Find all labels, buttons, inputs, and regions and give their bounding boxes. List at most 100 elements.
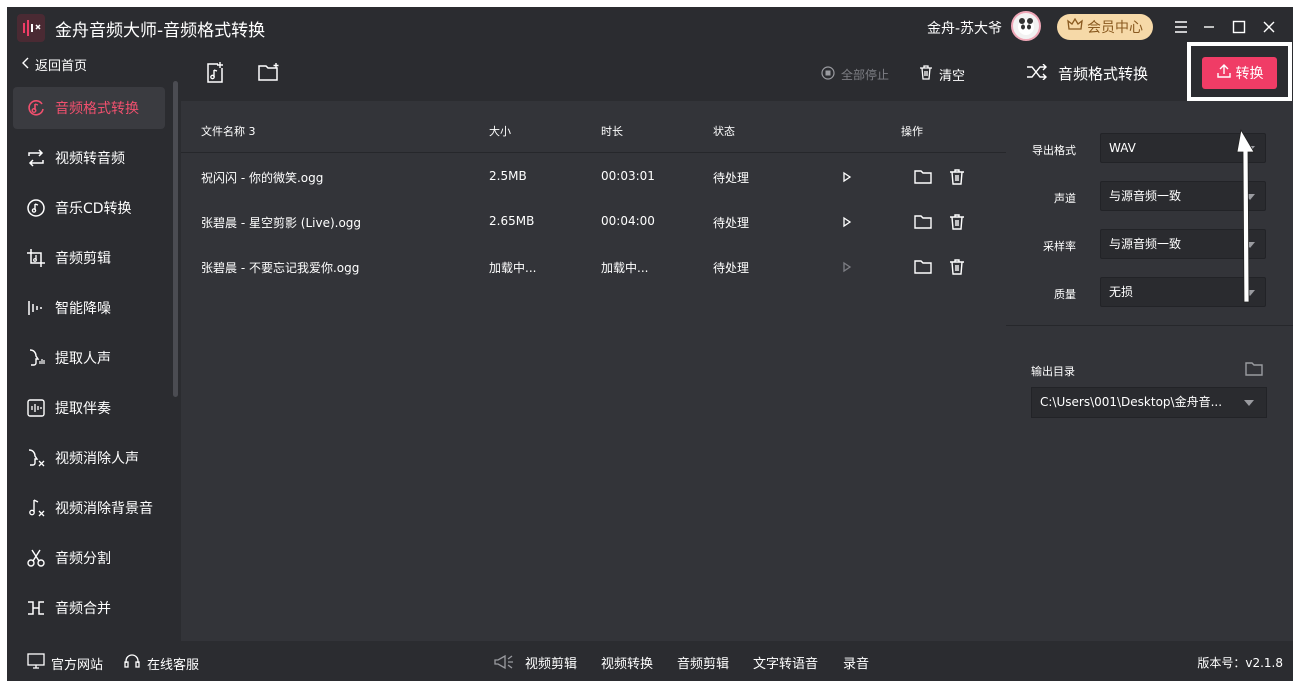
field-label-quality: 质量 xyxy=(1054,288,1076,301)
chevron-down-icon xyxy=(1244,400,1254,406)
file-size: 2.65MB xyxy=(489,214,535,228)
play-icon[interactable] xyxy=(837,167,857,187)
convert-button[interactable]: 转换 xyxy=(1202,57,1277,89)
sidebar-scrollbar[interactable] xyxy=(173,81,178,397)
upload-icon xyxy=(1216,63,1232,83)
file-name: 张碧晨 - 星空剪影 (Live).ogg xyxy=(201,216,362,230)
sidebar-item-label: 音频格式转换 xyxy=(55,101,139,117)
username[interactable]: 金舟-苏大爷 xyxy=(927,18,1002,38)
monitor-icon xyxy=(27,653,45,673)
shuffle-icon xyxy=(1026,63,1048,84)
play-icon[interactable] xyxy=(837,212,857,232)
file-duration: 00:03:01 xyxy=(601,169,655,183)
play-icon[interactable] xyxy=(837,257,857,277)
app-window: 金舟音频大师-音频格式转换 金舟-苏大爷 会员中心 返回首页 音频格式转换 视频… xyxy=(7,7,1293,681)
remove-voice-icon xyxy=(25,447,47,469)
sidebar-item-video-remove-bgm[interactable]: 视频消除背景音 xyxy=(13,487,165,529)
column-header-name[interactable]: 文件名称 3 xyxy=(201,123,256,139)
footer-link-record[interactable]: 录音 xyxy=(843,653,869,672)
table-row[interactable]: 张碧晨 - 不要忘记我爱你.ogg 加载中... 加载中... 待处理 xyxy=(181,244,1006,289)
sidebar-item-label: 视频消除人声 xyxy=(55,451,139,467)
sidebar-item-audio-cut[interactable]: 音频剪辑 xyxy=(13,237,165,279)
column-header-duration[interactable]: 时长 xyxy=(601,123,623,139)
sidebar-item-label: 视频消除背景音 xyxy=(55,501,153,517)
file-size: 2.5MB xyxy=(489,169,527,183)
sidebar-item-music-cd[interactable]: 音乐CD转换 xyxy=(13,187,165,229)
back-home-button[interactable]: 返回首页 xyxy=(21,55,87,74)
panel-title: 音频格式转换 xyxy=(1026,63,1148,84)
format-value: WAV xyxy=(1109,141,1136,155)
footer-link-video-edit[interactable]: 视频剪辑 xyxy=(525,653,577,672)
column-header-size[interactable]: 大小 xyxy=(489,123,511,139)
sample-rate-value: 与源音频一致 xyxy=(1109,237,1182,251)
clear-button[interactable]: 清空 xyxy=(919,65,965,84)
accompaniment-icon xyxy=(25,397,47,419)
title-bar: 金舟音频大师-音频格式转换 金舟-苏大爷 会员中心 xyxy=(7,7,1293,47)
stop-all-button[interactable]: 全部停止 xyxy=(821,66,889,83)
table-row[interactable]: 张碧晨 - 星空剪影 (Live).ogg 2.65MB 00:04:00 待处… xyxy=(181,199,1006,244)
chevron-down-icon xyxy=(1245,194,1255,200)
output-dir-label: 输出目录 xyxy=(1031,365,1075,378)
sample-rate-select[interactable]: 与源音频一致 xyxy=(1100,229,1266,259)
remove-bgm-icon xyxy=(25,497,47,519)
footer-link-audio-edit[interactable]: 音频剪辑 xyxy=(677,653,729,672)
sidebar-item-audio-convert[interactable]: 音频格式转换 xyxy=(13,87,165,129)
maximize-icon[interactable] xyxy=(1227,15,1251,39)
vip-center-button[interactable]: 会员中心 xyxy=(1057,14,1153,40)
chevron-down-icon xyxy=(1245,290,1255,296)
menu-icon[interactable] xyxy=(1169,15,1193,39)
crown-icon xyxy=(1067,17,1083,36)
table-row[interactable]: 祝闪闪 - 你的微笑.ogg 2.5MB 00:03:01 待处理 xyxy=(181,154,1006,199)
format-select[interactable]: WAV xyxy=(1100,133,1266,163)
sidebar-item-audio-merge[interactable]: 音频合并 xyxy=(13,587,165,629)
delete-icon[interactable] xyxy=(947,257,967,277)
sidebar-item-audio-split[interactable]: 音频分割 xyxy=(13,537,165,579)
field-label-format: 导出格式 xyxy=(1032,144,1076,157)
sidebar-item-video-remove-voice[interactable]: 视频消除人声 xyxy=(13,437,165,479)
scissors-icon xyxy=(25,547,47,569)
file-status: 待处理 xyxy=(713,171,750,185)
close-icon[interactable] xyxy=(1257,15,1281,39)
panel-header: 音频格式转换 转换 xyxy=(1006,42,1293,101)
add-file-icon[interactable] xyxy=(203,61,227,85)
panel-divider xyxy=(1006,325,1293,326)
minimize-icon[interactable] xyxy=(1197,15,1221,39)
file-duration: 加载中... xyxy=(601,261,649,275)
channel-select[interactable]: 与源音频一致 xyxy=(1100,181,1266,211)
folder-icon[interactable] xyxy=(913,257,933,277)
folder-icon[interactable] xyxy=(913,212,933,232)
file-duration: 00:04:00 xyxy=(601,214,655,228)
folder-icon[interactable] xyxy=(913,167,933,187)
file-list-area: 全部停止 清空 文件名称 3 大小 时长 状态 操作 祝闪闪 - 你的微笑.og… xyxy=(181,47,1006,641)
table-header: 文件名称 3 大小 时长 状态 操作 xyxy=(181,107,1006,153)
official-website-label: 官方网站 xyxy=(51,657,104,673)
sidebar-item-label: 音频分割 xyxy=(55,551,111,567)
file-status: 待处理 xyxy=(713,216,750,230)
sidebar-item-label: 音频合并 xyxy=(55,601,111,617)
delete-icon[interactable] xyxy=(947,212,967,232)
footer-link-tts[interactable]: 文字转语音 xyxy=(753,653,818,672)
add-folder-icon[interactable] xyxy=(257,61,281,85)
sidebar-item-video-to-audio[interactable]: 视频转音频 xyxy=(13,137,165,179)
output-dir-select[interactable]: C:\Users\001\Desktop\金舟音... xyxy=(1031,387,1267,418)
sidebar-item-extract-accompaniment[interactable]: 提取伴奏 xyxy=(13,387,165,429)
online-support-link[interactable]: 在线客服 xyxy=(123,653,199,673)
official-website-link[interactable]: 官方网站 xyxy=(27,653,103,673)
footer-bar: 官方网站 在线客服 视频剪辑 视频转换 音频剪辑 文字转语音 录音 版本号：v2… xyxy=(7,641,1293,681)
quality-select[interactable]: 无损 xyxy=(1100,277,1266,307)
convert-label: 转换 xyxy=(1235,66,1264,82)
audio-cut-icon xyxy=(25,247,47,269)
avatar[interactable] xyxy=(1011,11,1041,41)
column-header-status[interactable]: 状态 xyxy=(713,123,735,139)
folder-icon[interactable] xyxy=(1244,360,1264,378)
megaphone-icon xyxy=(493,653,515,671)
delete-icon[interactable] xyxy=(947,167,967,187)
merge-icon xyxy=(25,597,47,619)
stop-all-label: 全部停止 xyxy=(841,68,890,82)
chevron-down-icon xyxy=(1245,146,1255,152)
sidebar-item-extract-voice[interactable]: 提取人声 xyxy=(13,337,165,379)
sidebar-item-denoise[interactable]: 智能降噪 xyxy=(13,287,165,329)
sidebar-item-label: 音乐CD转换 xyxy=(55,201,132,217)
output-dir-value: C:\Users\001\Desktop\金舟音... xyxy=(1040,395,1223,409)
footer-link-video-convert[interactable]: 视频转换 xyxy=(601,653,653,672)
